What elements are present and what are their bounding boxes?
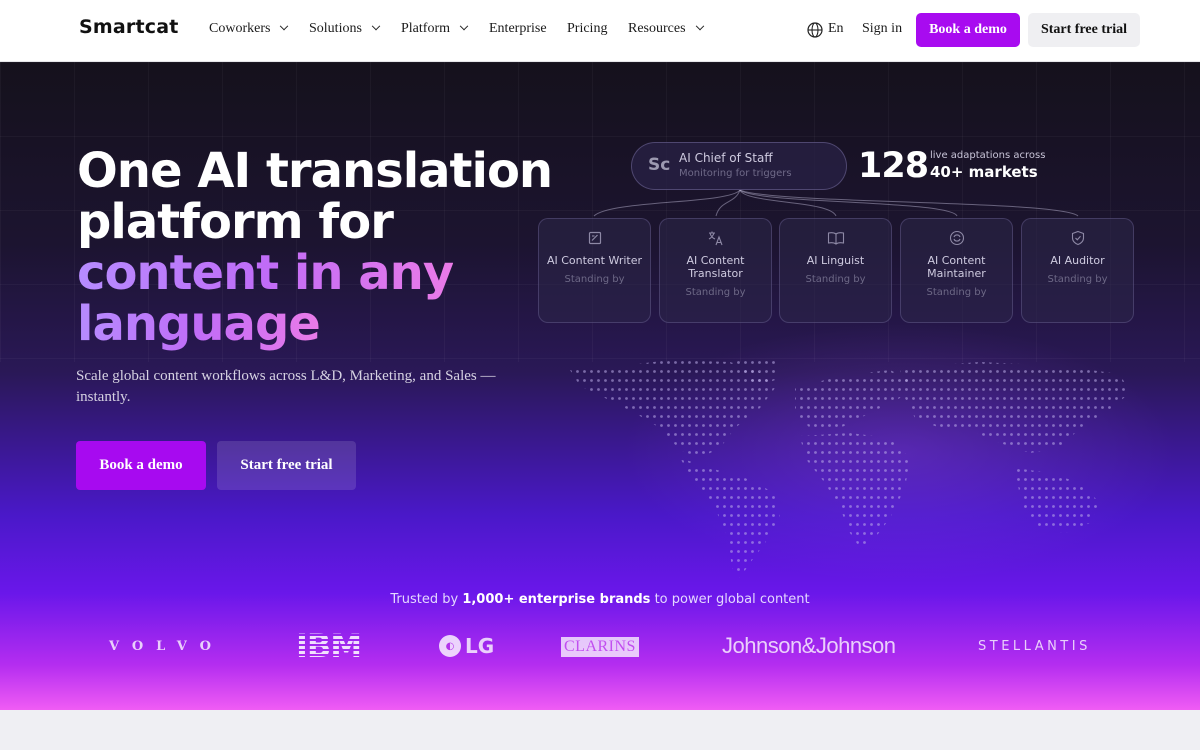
- johnson-and-johnson-logo: Johnson&Johnson: [722, 633, 896, 658]
- chevron-down-icon: [280, 21, 289, 31]
- agent-connector-lines: [593, 190, 1079, 217]
- ibm-logo: IBM: [296, 627, 362, 665]
- language-selector[interactable]: En: [828, 21, 844, 37]
- nav-item-coworkers[interactable]: Coworkers: [209, 21, 289, 37]
- next-section-preview: [0, 710, 1200, 750]
- nav-item-enterprise[interactable]: Enterprise: [489, 21, 547, 37]
- book-icon: [827, 232, 844, 245]
- agent-name: AI Content Maintainer: [927, 254, 986, 280]
- book-demo-button[interactable]: Book a demo: [916, 13, 1020, 47]
- nav-item-pricing[interactable]: Pricing: [567, 21, 607, 37]
- lg-logo: ◐ LG: [439, 631, 494, 661]
- chevron-down-icon: [695, 21, 704, 31]
- adaptations-label: live adaptations across: [930, 150, 1046, 161]
- agent-card-linguist[interactable]: AI Linguist Standing by: [779, 218, 892, 323]
- chief-status: Monitoring for triggers: [679, 168, 792, 179]
- hero-section: One AI translation platform for content …: [0, 62, 1200, 710]
- hero-title-line: One AI translation: [77, 143, 553, 199]
- refresh-icon: [949, 230, 964, 246]
- hero-title-highlight: content in any: [77, 245, 454, 301]
- trusted-suffix: to power global content: [654, 592, 810, 607]
- agent-status: Standing by: [564, 274, 625, 285]
- stellantis-logo: STELLANTIS: [978, 638, 1091, 654]
- trusted-by-text: Trusted by 1,000+ enterprise brands to p…: [0, 592, 1200, 607]
- globe-icon[interactable]: [807, 22, 823, 38]
- hero-subtitle: Scale global content workflows across L&…: [76, 368, 496, 405]
- hero-title-line: platform for: [77, 194, 394, 250]
- chevron-down-icon: [459, 21, 469, 31]
- agent-status: Standing by: [685, 287, 746, 298]
- agent-card-content-writer[interactable]: AI Content Writer Standing by: [538, 218, 651, 323]
- clarins-logo: CLARINS: [561, 637, 639, 657]
- smartcat-logo[interactable]: Smartcat: [79, 16, 179, 38]
- lg-circle-icon: ◐: [439, 635, 461, 657]
- volvo-logo: VOLVO: [109, 638, 224, 654]
- agent-name: AI Auditor: [1050, 254, 1105, 267]
- agent-name: AI Content Translator: [686, 254, 745, 280]
- document-edit-icon: [588, 231, 601, 245]
- agent-name: AI Content Writer: [546, 254, 643, 267]
- nav-item-solutions[interactable]: Solutions: [309, 21, 381, 37]
- smartcat-mark-icon: Sc: [648, 155, 671, 175]
- chief-title: AI Chief of Staff: [679, 151, 773, 165]
- agent-card-content-maintainer[interactable]: AI Content Maintainer Standing by: [900, 218, 1013, 323]
- world-map-dots: [570, 358, 1130, 578]
- chevron-down-icon: [371, 21, 381, 31]
- lg-wordmark: LG: [465, 634, 495, 658]
- nav-item-label: Pricing: [567, 21, 608, 36]
- agent-status: Standing by: [805, 274, 866, 285]
- nav-item-label: Platform: [401, 21, 450, 36]
- shield-check-icon: [1071, 230, 1084, 246]
- nav-item-label: Coworkers: [209, 21, 271, 36]
- hero-start-trial-button[interactable]: Start free trial: [217, 441, 356, 490]
- markets-label: 40+ markets: [930, 163, 1038, 181]
- nav-item-label: Enterprise: [489, 21, 547, 36]
- agent-card-content-translator[interactable]: AI Content Translator Standing by: [659, 218, 772, 323]
- translate-icon: [708, 231, 723, 246]
- ai-chief-of-staff-card: Sc AI Chief of Staff Monitoring for trig…: [631, 142, 847, 190]
- agent-card-auditor[interactable]: AI Auditor Standing by: [1021, 218, 1134, 323]
- trusted-prefix: Trusted by: [390, 592, 459, 607]
- hero-book-demo-button[interactable]: Book a demo: [76, 441, 206, 490]
- start-free-trial-button[interactable]: Start free trial: [1028, 13, 1140, 47]
- nav-item-label: Resources: [628, 21, 686, 36]
- agent-status: Standing by: [926, 287, 987, 298]
- hero-title: One AI translation platform for content …: [77, 143, 553, 352]
- nav-item-label: Solutions: [309, 21, 362, 36]
- nav-item-platform[interactable]: Platform: [401, 21, 469, 37]
- nav-item-resources[interactable]: Resources: [628, 21, 704, 37]
- top-navigation: Smartcat Coworkers Solutions Platform En…: [0, 0, 1200, 62]
- trusted-highlight: 1,000+ enterprise brands: [462, 592, 651, 607]
- hero-title-highlight: language: [77, 296, 321, 352]
- adaptations-count: 128: [858, 146, 929, 186]
- sign-in-link[interactable]: Sign in: [862, 21, 902, 37]
- agent-name: AI Linguist: [806, 254, 865, 267]
- agent-status: Standing by: [1047, 274, 1108, 285]
